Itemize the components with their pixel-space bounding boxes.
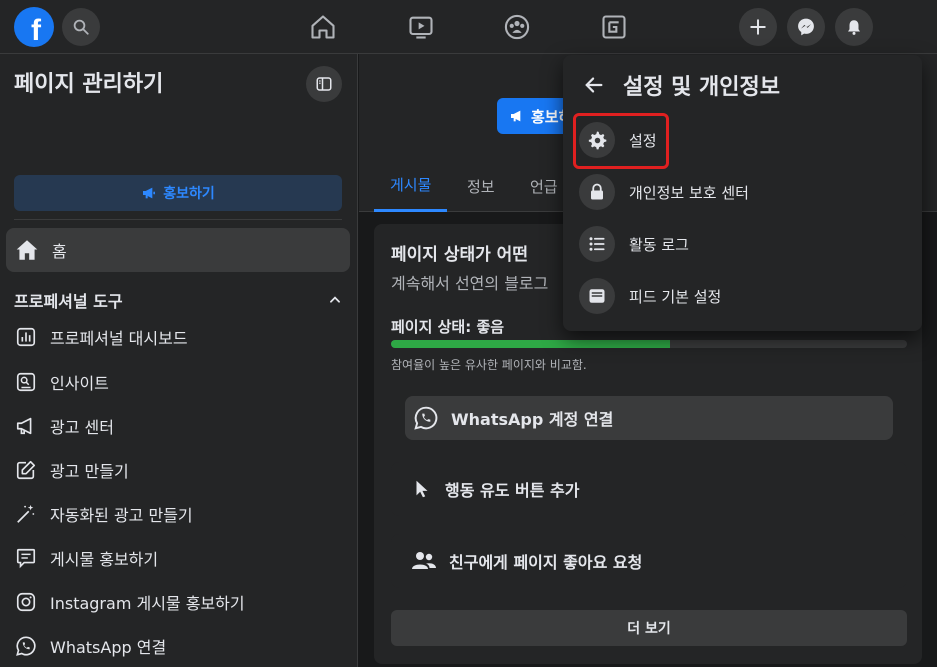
page-status-progress-bar <box>391 340 907 348</box>
cursor-icon <box>416 480 428 498</box>
megaphone-icon <box>143 187 156 199</box>
groups-icon <box>504 14 530 40</box>
tab-label: 언급 <box>530 177 558 196</box>
create-button[interactable] <box>739 8 777 46</box>
invite-friends-action[interactable]: 친구에게 페이지 좋아요 요청 <box>391 534 907 588</box>
chevron-up-icon <box>330 296 340 303</box>
sidebar-item-label: WhatsApp 연결 <box>50 638 167 657</box>
video-icon <box>409 16 433 39</box>
edit-icon <box>16 460 36 480</box>
facebook-logo-letter: f <box>31 14 41 47</box>
lock-icon <box>591 183 603 200</box>
notifications-icon <box>848 20 860 35</box>
home-icon <box>311 15 335 39</box>
megaphone-icon <box>511 110 521 122</box>
chat-post-icon <box>16 548 36 569</box>
sidebar-item-label: 자동화된 광고 만들기 <box>50 506 193 525</box>
menu-title: 설정 및 개인정보 <box>623 75 780 100</box>
page-management-sidebar: 페이지 관리하기 홍보하기 홈 프로페셔널 도구 프로페셔널 대시보드 인사이트… <box>0 54 358 667</box>
sidebar-item-label: 프로페셔널 대시보드 <box>50 329 188 348</box>
tab-label: 게시물 <box>390 176 432 194</box>
dashboard-icon <box>16 327 36 347</box>
facebook-logo[interactable]: f <box>14 7 54 47</box>
top-navigation-bar: f <box>0 0 937 54</box>
sidebar-item-dashboard[interactable]: 프로페셔널 대시보드 <box>14 322 188 352</box>
sidebar-item-boost-post[interactable]: 게시물 홍보하기 <box>14 543 158 573</box>
sidebar-item-label: Instagram 게시물 홍보하기 <box>50 594 245 613</box>
sidebar-item-create-ad[interactable]: 광고 만들기 <box>14 455 129 485</box>
instagram-icon <box>16 592 36 612</box>
messenger-icon <box>798 18 814 36</box>
magic-wand-icon <box>17 504 35 523</box>
menu-item-feed-preferences[interactable]: 피드 기본 설정 <box>579 274 909 318</box>
card-title: 페이지 상태가 어떤 <box>391 245 528 265</box>
nav-groups-button[interactable] <box>500 10 534 44</box>
sidebar-item-home-label: 홈 <box>52 242 67 261</box>
card-subtitle: 계속해서 선연의 블로그 <box>391 274 549 293</box>
feed-icon <box>589 289 605 303</box>
sidebar-item-insights[interactable]: 인사이트 <box>14 367 109 397</box>
insights-icon <box>16 372 36 392</box>
sidebar-item-whatsapp[interactable]: WhatsApp 연결 <box>14 631 166 661</box>
whatsapp-icon <box>414 406 438 430</box>
action-label: 행동 유도 버튼 추가 <box>445 481 580 500</box>
create-icon <box>750 19 766 35</box>
menu-item-label: 피드 기본 설정 <box>629 287 722 306</box>
page-status-progress-fill <box>391 340 670 348</box>
action-label: WhatsApp 계정 연결 <box>451 410 614 429</box>
sidebar-item-ad-center[interactable]: 광고 센터 <box>14 411 114 441</box>
nav-video-button[interactable] <box>404 10 438 44</box>
tab-about[interactable]: 정보 <box>451 160 511 212</box>
connect-whatsapp-action[interactable]: WhatsApp 계정 연결 <box>405 396 893 440</box>
action-label: 친구에게 페이지 좋아요 요청 <box>449 553 643 572</box>
sidebar-item-label: 게시물 홍보하기 <box>50 550 159 569</box>
nav-gaming-button[interactable] <box>597 10 631 44</box>
see-more-button[interactable]: 더 보기 <box>391 610 907 646</box>
sidebar-item-label: 인사이트 <box>50 374 109 393</box>
list-icon <box>589 237 605 251</box>
home-icon <box>16 240 38 260</box>
whatsapp-icon <box>16 636 36 656</box>
sidebar-item-label: 광고 만들기 <box>50 462 129 481</box>
sidebar-item-home[interactable]: 홈 <box>6 228 350 272</box>
gaming-icon <box>602 15 626 39</box>
see-more-label: 더 보기 <box>627 621 671 637</box>
add-cta-button-action[interactable]: 행동 유도 버튼 추가 <box>391 462 907 516</box>
page-status-label: 페이지 상태: 좋음 <box>391 318 505 336</box>
professional-tools-header[interactable]: 프로페셔널 도구 <box>14 288 342 312</box>
tab-label: 정보 <box>467 177 495 196</box>
sidebar-toggle-icon <box>316 77 332 91</box>
compare-text: 참여율이 높은 유사한 페이지와 비교함. <box>391 358 587 372</box>
sidebar-divider <box>14 219 342 220</box>
friends-icon <box>412 552 436 569</box>
menu-item-label: 개인정보 보호 센터 <box>629 183 749 202</box>
messenger-button[interactable] <box>787 8 825 46</box>
settings-highlight-box <box>573 113 669 169</box>
notifications-button[interactable] <box>835 8 873 46</box>
sidebar-promote-button[interactable]: 홍보하기 <box>14 175 342 211</box>
sidebar-item-boost-instagram[interactable]: Instagram 게시물 홍보하기 <box>14 587 245 617</box>
tab-posts[interactable]: 게시물 <box>374 160 448 212</box>
search-icon <box>73 19 89 35</box>
back-arrow-icon[interactable] <box>583 74 605 96</box>
search-button[interactable] <box>62 8 100 46</box>
sidebar-collapse-button[interactable] <box>306 66 342 102</box>
sidebar-item-automated-ads[interactable]: 자동화된 광고 만들기 <box>14 499 193 529</box>
nav-home-button[interactable] <box>306 10 340 44</box>
section-title: 프로페셔널 도구 <box>14 292 123 311</box>
megaphone-icon <box>16 417 32 435</box>
sidebar-title: 페이지 관리하기 <box>14 72 164 97</box>
menu-item-privacy-center[interactable]: 개인정보 보호 센터 <box>579 170 909 214</box>
menu-item-activity-log[interactable]: 활동 로그 <box>579 222 909 266</box>
menu-item-label: 활동 로그 <box>629 235 689 254</box>
menu-header: 설정 및 개인정보 <box>583 69 780 101</box>
settings-privacy-menu: 설정 및 개인정보 설정 개인정보 보호 센터 활동 로그 피드 기본 설정 <box>563 55 922 331</box>
sidebar-item-label: 광고 센터 <box>50 418 114 437</box>
sidebar-promote-label: 홍보하기 <box>163 186 215 202</box>
